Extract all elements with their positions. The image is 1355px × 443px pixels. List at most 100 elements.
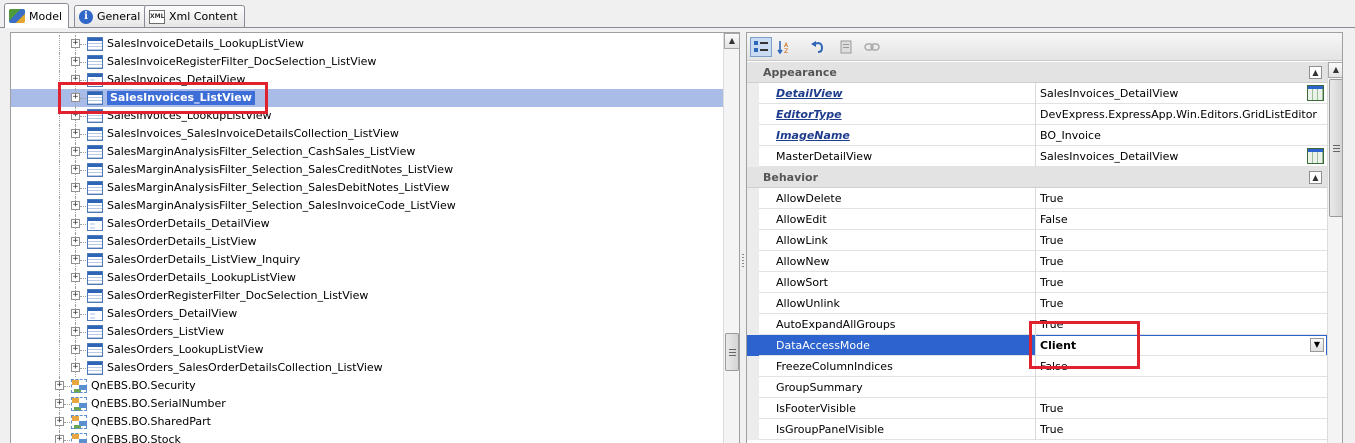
property-value[interactable]: SalesInvoices_DetailView — [1040, 146, 1178, 167]
expand-icon[interactable]: + — [71, 327, 80, 336]
tree-node[interactable]: + SalesMarginAnalysisFilter_Selection_Sal… — [11, 179, 723, 197]
tree-node[interactable]: + SalesInvoices_DetailView — [11, 71, 723, 89]
tree-scrollbar[interactable]: ▲ — [723, 33, 739, 443]
collapse-icon[interactable]: ▲ — [1309, 66, 1322, 79]
view-editor-icon[interactable] — [1307, 85, 1324, 101]
expand-icon[interactable]: + — [55, 435, 64, 443]
expand-icon[interactable]: + — [71, 345, 80, 354]
property-value[interactable]: True — [1040, 293, 1063, 314]
property-value[interactable]: BO_Invoice — [1040, 125, 1101, 146]
property-value[interactable]: True — [1040, 419, 1063, 440]
scroll-thumb[interactable] — [725, 333, 739, 371]
property-value[interactable]: True — [1040, 272, 1063, 293]
property-row[interactable]: MasterDetailView SalesInvoices_DetailView — [747, 146, 1327, 167]
tab-general[interactable]: i General — [74, 5, 148, 27]
properties-page-icon[interactable] — [835, 37, 857, 57]
expand-icon[interactable]: + — [71, 219, 80, 228]
expand-icon[interactable]: + — [71, 147, 80, 156]
property-row[interactable]: IsGroupPanelVisible True — [747, 419, 1327, 440]
property-name[interactable]: EditorType — [776, 104, 842, 125]
tree-node[interactable]: + SalesOrders_LookupListView — [11, 341, 723, 359]
expand-icon[interactable]: + — [71, 255, 80, 264]
expand-icon[interactable]: + — [71, 273, 80, 282]
tree-node[interactable]: + SalesInvoiceRegisterFilter_DocSelection… — [11, 53, 723, 71]
expand-icon[interactable]: + — [71, 291, 80, 300]
tree-node[interactable]: + SalesOrders_ListView — [11, 323, 723, 341]
expand-icon[interactable]: + — [55, 381, 64, 390]
property-value[interactable]: DevExpress.ExpressApp.Win.Editors.GridLi… — [1040, 104, 1317, 125]
tree-namespace-node[interactable]: + QnEBS.BO.SerialNumber — [11, 395, 723, 413]
expand-icon[interactable]: + — [71, 237, 80, 246]
property-row[interactable]: FreezeColumnIndices False — [747, 356, 1327, 377]
tree-node[interactable]: + SalesMarginAnalysisFilter_Selection_Sal… — [11, 197, 723, 215]
expand-icon[interactable]: + — [71, 111, 80, 120]
expand-icon[interactable]: + — [71, 129, 80, 138]
tree-namespace-node[interactable]: + QnEBS.BO.Stock — [11, 431, 723, 443]
scroll-up-button[interactable]: ▲ — [724, 33, 739, 49]
property-value[interactable]: True — [1040, 314, 1063, 335]
tree-namespace-node[interactable]: + QnEBS.BO.Security — [11, 377, 723, 395]
property-row[interactable]: AllowSort True — [747, 272, 1327, 293]
tree-node[interactable]: + SalesOrderDetails_LookupListView — [11, 269, 723, 287]
property-name[interactable]: DetailView — [776, 83, 843, 104]
tree-node[interactable]: + SalesOrders_DetailView — [11, 305, 723, 323]
property-row[interactable]: AllowDelete True — [747, 188, 1327, 209]
expand-icon[interactable]: + — [71, 309, 80, 318]
property-value[interactable]: True — [1040, 230, 1063, 251]
property-row[interactable]: AutoExpandAllGroups True — [747, 314, 1327, 335]
link-icon[interactable] — [861, 37, 883, 57]
property-value[interactable]: True — [1040, 188, 1063, 209]
tree-node[interactable]: + SalesInvoices_ListView — [11, 89, 723, 107]
model-tree[interactable]: + SalesInvoiceDetails_LookupListView + Sale… — [10, 32, 740, 443]
tree-node[interactable]: + SalesMarginAnalysisFilter_Selection_Sal… — [11, 161, 723, 179]
property-value[interactable]: False — [1040, 356, 1068, 377]
property-scrollbar[interactable]: ▲ — [1327, 62, 1342, 443]
tree-node[interactable]: + SalesOrderDetails_ListView — [11, 233, 723, 251]
category-appearance[interactable]: Appearance ▲ — [747, 62, 1327, 83]
sort-az-icon[interactable]: AZ — [774, 37, 796, 57]
property-row[interactable]: ImageName BO_Invoice — [747, 125, 1327, 146]
categorized-icon[interactable] — [750, 37, 772, 57]
tree-node[interactable]: + SalesMarginAnalysisFilter_Selection_Cas… — [11, 143, 723, 161]
scroll-thumb[interactable] — [1329, 79, 1342, 217]
expand-icon[interactable]: + — [71, 183, 80, 192]
property-value[interactable]: True — [1040, 398, 1063, 419]
tab-xml-content[interactable]: XML Xml Content — [144, 5, 245, 27]
property-name[interactable]: ImageName — [776, 125, 850, 146]
category-behavior[interactable]: Behavior ▲ — [747, 167, 1327, 188]
property-grid[interactable]: AZ Appearance ▲ DetailView SalesInvoices_De… — [746, 32, 1343, 443]
tree-node[interactable]: + SalesOrderDetails_ListView_Inquiry — [11, 251, 723, 269]
tree-node[interactable]: + SalesOrderDetails_DetailView — [11, 215, 723, 233]
expand-icon[interactable]: + — [71, 165, 80, 174]
property-row[interactable]: AllowEdit False — [747, 209, 1327, 230]
tree-node[interactable]: + SalesInvoices_SalesInvoiceDetailsCollec… — [11, 125, 723, 143]
value-editor[interactable] — [1036, 336, 1326, 355]
expand-icon[interactable]: + — [55, 417, 64, 426]
property-row[interactable]: AllowUnlink True — [747, 293, 1327, 314]
expand-icon[interactable]: + — [71, 363, 80, 372]
expand-icon[interactable]: + — [71, 93, 80, 102]
scroll-up-button[interactable]: ▲ — [1328, 62, 1342, 78]
tree-node[interactable]: + SalesOrders_SalesOrderDetailsCollection… — [11, 359, 723, 377]
property-value[interactable]: True — [1040, 251, 1063, 272]
expand-icon[interactable]: + — [71, 201, 80, 210]
tree-namespace-node[interactable]: + QnEBS.BO.SharedPart — [11, 413, 723, 431]
collapse-icon[interactable]: ▲ — [1309, 171, 1322, 184]
property-row[interactable]: DetailView SalesInvoices_DetailView — [747, 83, 1327, 104]
expand-icon[interactable]: + — [71, 57, 80, 66]
property-value[interactable]: Client — [1040, 335, 1076, 356]
dropdown-icon[interactable]: ▼ — [1310, 338, 1324, 352]
property-value[interactable]: SalesInvoices_DetailView — [1040, 83, 1178, 104]
property-row[interactable]: AllowLink True — [747, 230, 1327, 251]
expand-icon[interactable]: + — [55, 399, 64, 408]
tab-model[interactable]: Model — [4, 3, 70, 28]
property-row[interactable]: IsFooterVisible True — [747, 398, 1327, 419]
tree-node[interactable]: + SalesInvoices_LookupListView — [11, 107, 723, 125]
property-row[interactable]: GroupSummary — [747, 377, 1327, 398]
view-editor-icon[interactable] — [1307, 148, 1324, 164]
expand-icon[interactable]: + — [71, 39, 80, 48]
tree-node[interactable]: + SalesOrderRegisterFilter_DocSelection_L… — [11, 287, 723, 305]
expand-icon[interactable]: + — [71, 75, 80, 84]
property-value[interactable]: False — [1040, 209, 1068, 230]
tree-node[interactable]: + SalesInvoiceDetails_LookupListView — [11, 35, 723, 53]
